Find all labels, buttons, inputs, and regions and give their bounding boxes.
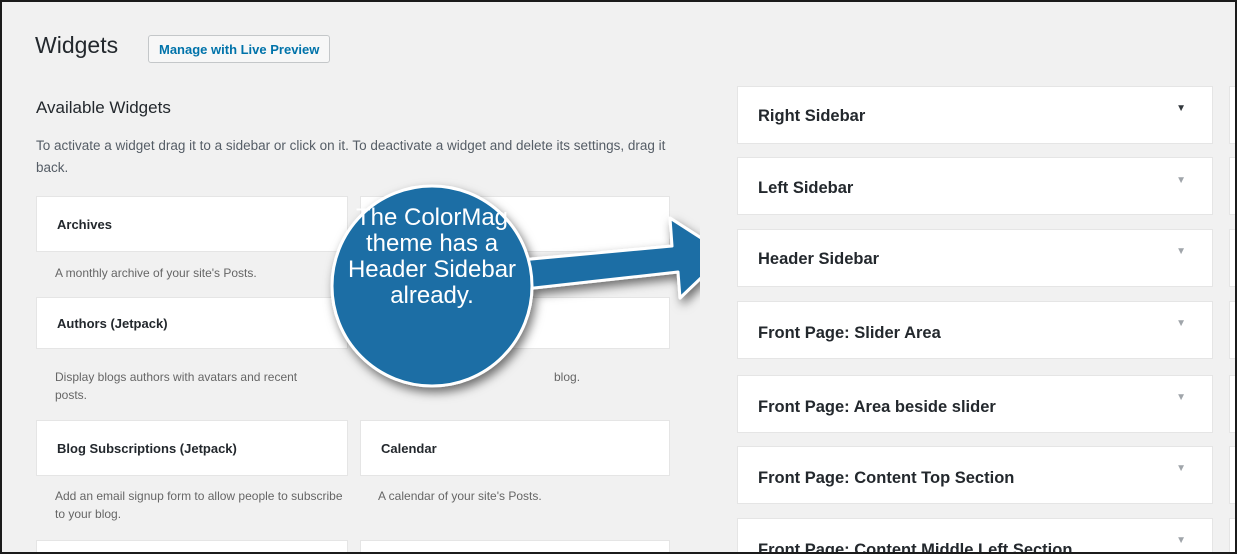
- sidebar-label: Front Page: Slider Area: [758, 324, 941, 342]
- widget-title: Authors (Jetpack): [57, 316, 168, 331]
- sidebar-column-edge: [1229, 301, 1235, 359]
- sidebar-right[interactable]: Right Sidebar ▼: [737, 86, 1213, 144]
- widgets-screen: Widgets Manage with Live Preview Availab…: [0, 0, 1237, 554]
- widget-description: A monthly archive of your site's Posts.: [55, 266, 257, 280]
- sidebar-left[interactable]: Left Sidebar ▼: [737, 157, 1213, 215]
- available-widgets-title: Available Widgets: [36, 98, 171, 117]
- widget-item-partial[interactable]: [36, 540, 348, 552]
- sidebar-front-content-middle-left[interactable]: Front Page: Content Middle Left Section …: [737, 518, 1213, 554]
- sidebar-header[interactable]: Header Sidebar ▼: [737, 229, 1213, 287]
- sidebar-column-edge: [1229, 229, 1235, 287]
- caret-down-icon[interactable]: ▼: [1176, 376, 1186, 420]
- sidebar-label: Front Page: Content Top Section: [758, 469, 1015, 487]
- sidebar-column-edge: [1229, 446, 1235, 504]
- widget-blog-subscriptions-jetpack[interactable]: Blog Subscriptions (Jetpack): [36, 420, 348, 476]
- widget-authors-jetpack[interactable]: Authors (Jetpack): [36, 297, 348, 349]
- manage-live-preview-button[interactable]: Manage with Live Preview: [148, 35, 331, 63]
- widget-archives[interactable]: Archives: [36, 196, 348, 252]
- widget-description: Add an email signup form to allow people…: [55, 489, 343, 521]
- available-widgets-description: To activate a widget drag it to a sideba…: [36, 138, 666, 175]
- widget-title: Calendar: [381, 441, 437, 456]
- widget-calendar[interactable]: Calendar: [360, 420, 670, 476]
- sidebar-label: Left Sidebar: [758, 179, 854, 197]
- sidebar-column-edge: [1229, 86, 1235, 144]
- caret-down-icon[interactable]: ▼: [1176, 230, 1186, 274]
- caret-down-icon[interactable]: ▼: [1176, 302, 1186, 346]
- sidebar-label: Header Sidebar: [758, 250, 880, 268]
- sidebar-label: Front Page: Area beside slider: [758, 398, 996, 416]
- widget-title: Archives: [57, 217, 112, 232]
- sidebar-label: Right Sidebar: [758, 107, 866, 125]
- page-title: Widgets: [35, 32, 119, 58]
- sidebar-column-edge: [1229, 375, 1235, 433]
- sidebar-column-edge: [1229, 518, 1235, 552]
- sidebar-front-slider-area[interactable]: Front Page: Slider Area ▼: [737, 301, 1213, 359]
- caret-down-icon[interactable]: ▼: [1176, 519, 1186, 552]
- widget-description: A calendar of your site's Posts.: [378, 489, 542, 503]
- sidebar-column-edge: [1229, 157, 1235, 215]
- caret-down-icon[interactable]: ▼: [1176, 87, 1186, 131]
- caret-down-icon[interactable]: ▼: [1176, 158, 1186, 204]
- sidebar-front-content-top[interactable]: Front Page: Content Top Section ▼: [737, 446, 1213, 504]
- widget-description: blog.: [554, 370, 581, 384]
- sidebar-front-beside-slider[interactable]: Front Page: Area beside slider ▼: [737, 375, 1213, 433]
- widget-title: Blog Subscriptions (Jetpack): [57, 441, 237, 456]
- caret-down-icon[interactable]: ▼: [1176, 447, 1186, 491]
- widget-item-partial[interactable]: [360, 540, 670, 552]
- widget-description: Display blogs authors with avatars and r…: [55, 370, 298, 402]
- callout-text: The ColorMag theme has a Header Sidebar …: [347, 204, 517, 309]
- sidebar-label: Front Page: Content Middle Left Section: [758, 541, 1073, 554]
